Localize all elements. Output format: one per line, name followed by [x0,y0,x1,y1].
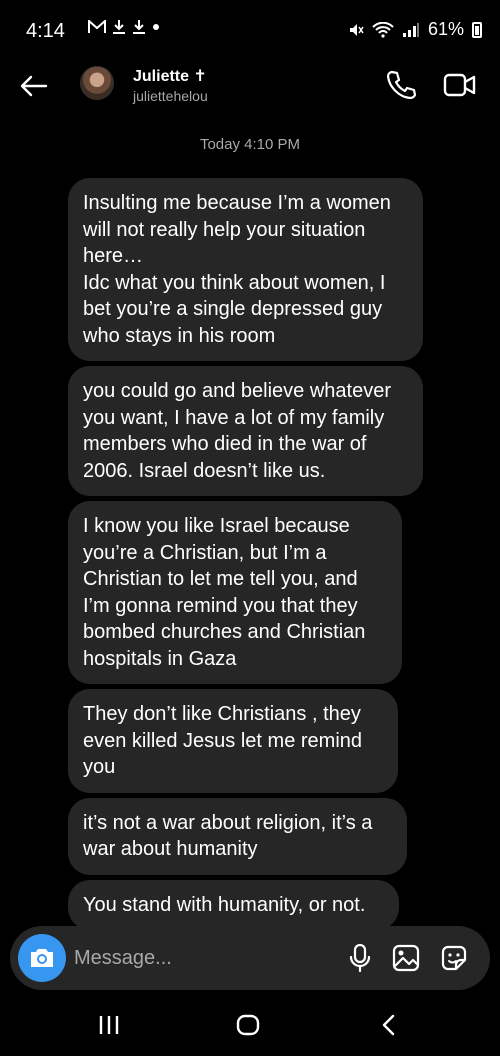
avatar[interactable] [80,66,114,100]
sticker-button[interactable] [438,942,470,974]
system-back-button[interactable] [378,1014,400,1036]
gallery-button[interactable] [390,942,422,974]
wifi-icon [372,21,394,38]
chevron-left-icon [378,1014,400,1036]
message-composer [10,926,490,990]
camera-button[interactable] [18,934,66,982]
video-camera-icon [442,68,478,102]
chat-header: Juliette ✝ juliettehelou [0,58,500,120]
sticker-icon [438,942,470,974]
message-bubble[interactable]: Insulting me because I’m a women will no… [68,178,423,361]
battery-percent: 61% [427,19,464,39]
camera-icon [28,946,56,970]
video-call-button[interactable] [442,68,478,102]
message-thread[interactable]: Insulting me because I’m a women will no… [68,178,488,928]
mute-icon [348,22,364,38]
message-bubble[interactable]: You stand with humanity, or not. [68,879,399,928]
thread-timestamp: Today 4:10 PM [199,136,301,153]
status-bar: 4:14 61% [0,0,500,60]
download-icon [132,19,146,35]
back-button[interactable] [16,68,52,104]
arrow-left-icon [20,75,48,97]
system-nav-bar [0,996,500,1056]
message-bubble[interactable]: you could go and believe whatever you wa… [68,366,423,496]
contact-handle: juliettehelou [133,88,208,104]
signal-icon [402,22,420,38]
home-button[interactable] [236,1014,260,1036]
recents-button[interactable] [96,1014,122,1036]
contact-name-text: Juliette [133,68,190,85]
voice-message-button[interactable] [344,942,376,974]
message-bubble[interactable]: I know you like Israel because you’re a … [68,501,402,684]
audio-call-button[interactable] [384,68,418,102]
recents-icon [96,1014,122,1036]
cross-symbol: ✝ [193,68,207,85]
message-input[interactable] [74,944,324,972]
download-icon [112,19,126,35]
message-bubble[interactable]: it’s not a war about religion, it’s a wa… [68,797,407,875]
status-time: 4:14 [26,20,65,42]
mail-icon [88,20,106,34]
notification-icons [88,19,160,35]
dot-icon [152,23,160,31]
status-right: 61% [348,19,482,40]
home-icon [236,1014,260,1036]
contact-name[interactable]: Juliette ✝ [133,66,207,86]
phone-icon [384,68,418,102]
battery-icon [472,21,482,38]
message-bubble[interactable]: They don’t like Christians , they even k… [68,689,398,793]
image-icon [390,942,422,974]
microphone-icon [344,942,376,974]
